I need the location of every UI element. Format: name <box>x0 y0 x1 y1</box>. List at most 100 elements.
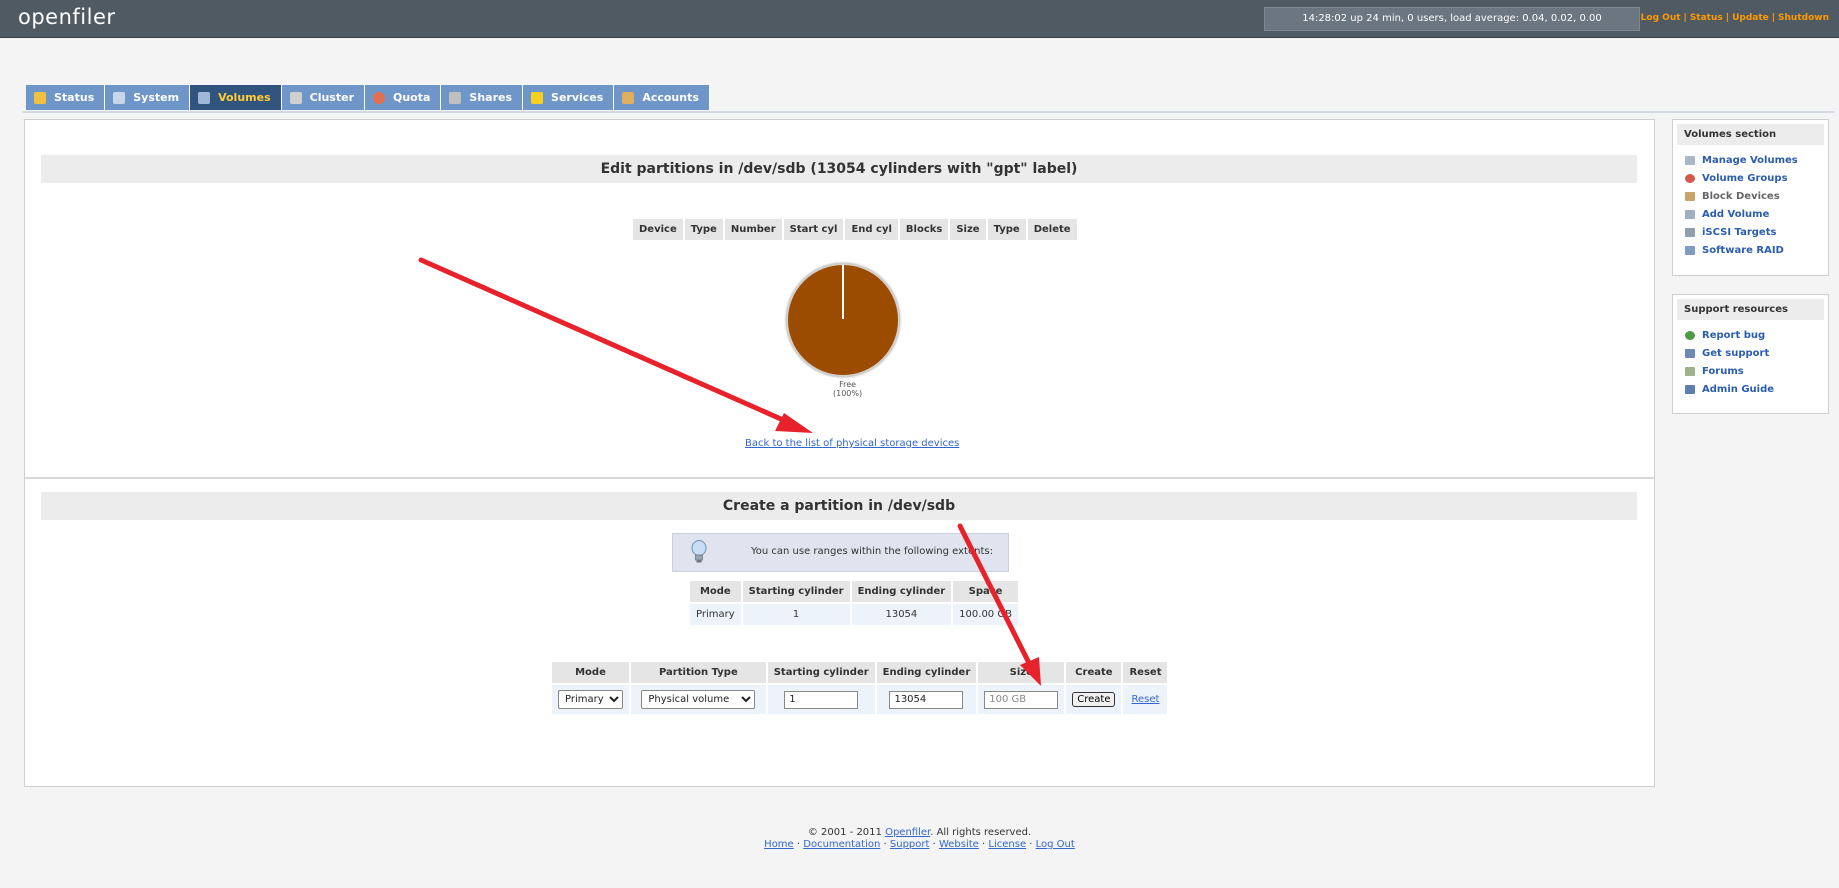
block-devices-icon <box>1685 191 1695 201</box>
status-icon <box>34 91 46 104</box>
sidebar-item-label: Report bug <box>1702 329 1766 341</box>
volumes-section-panel: Volumes section Manage Volumes Volume Gr… <box>1672 119 1829 276</box>
tab-status[interactable]: Status <box>26 85 106 110</box>
pie-label-free: Free <box>839 380 857 389</box>
column-header: Reset <box>1123 662 1168 683</box>
create-button[interactable]: Create <box>1072 692 1116 707</box>
top-links: Log Out | Status | Update | Shutdown <box>1640 13 1829 23</box>
end-cylinder-input[interactable] <box>889 690 964 709</box>
get-support-icon <box>1685 348 1695 358</box>
partition-type-cell: Physical volume <box>631 685 766 714</box>
column-header: Mode <box>690 581 741 602</box>
table-cell: 100.00 GB <box>953 604 1018 625</box>
sidebar-item-software-raid[interactable]: Software RAID <box>1673 241 1828 259</box>
size-input[interactable] <box>984 690 1059 709</box>
footer-license-link[interactable]: License <box>988 839 1026 850</box>
sidebar-item-volume-groups[interactable]: Volume Groups <box>1673 169 1828 187</box>
shutdown-link[interactable]: Shutdown <box>1778 13 1829 23</box>
sidebar-item-add-volume[interactable]: Add Volume <box>1673 205 1828 223</box>
cluster-icon <box>289 91 302 104</box>
column-header: Ending cylinder <box>876 662 977 683</box>
column-header: Type <box>987 219 1026 240</box>
copyright-suffix: . All rights reserved. <box>930 827 1032 838</box>
sidebar-item-forums[interactable]: Forums <box>1673 362 1828 380</box>
column-header: Partition Type <box>631 662 766 683</box>
table-row: Primary 1 13054 100.00 GB <box>690 604 1018 625</box>
tab-underline <box>22 111 1835 113</box>
software-raid-icon <box>1685 245 1695 255</box>
column-header: Starting cylinder <box>767 662 875 683</box>
volumes-section-title: Volumes section <box>1677 124 1824 145</box>
sidebar-item-get-support[interactable]: Get support <box>1673 344 1828 362</box>
footer-logout-link[interactable]: Log Out <box>1036 839 1075 850</box>
update-link[interactable]: Update <box>1732 13 1769 23</box>
mode-select[interactable]: Primary <box>558 690 623 709</box>
partition-type-select[interactable]: Physical volume <box>641 690 756 709</box>
create-partition-title: Create a partition in /dev/sdb <box>41 492 1637 520</box>
reset-link[interactable]: Reset <box>1132 694 1160 705</box>
openfiler-link[interactable]: Openfiler <box>885 827 930 838</box>
sidebar-item-label: Volume Groups <box>1702 172 1788 184</box>
end-cylinder-cell <box>876 685 977 714</box>
sidebar-item-label: Manage Volumes <box>1702 154 1798 166</box>
table-header-row: Mode Starting cylinder Ending cylinder S… <box>690 581 1018 602</box>
table-header-row: Device Type Number Start cyl End cyl Blo… <box>633 219 1077 240</box>
tab-accounts[interactable]: Accounts <box>614 85 710 110</box>
volumes-icon <box>198 91 211 104</box>
tab-volumes[interactable]: Volumes <box>190 85 282 110</box>
column-header: Number <box>724 219 782 240</box>
sidebar-item-admin-guide[interactable]: Admin Guide <box>1673 380 1828 398</box>
footer-links: Home · Documentation · Support · Website… <box>764 839 1075 850</box>
extents-hint-box: You can use ranges within the following … <box>672 533 1009 572</box>
sidebar-item-block-devices[interactable]: Block Devices <box>1673 187 1828 205</box>
sidebar-item-manage-volumes[interactable]: Manage Volumes <box>1673 151 1828 169</box>
sidebar-item-label: Get support <box>1702 347 1770 359</box>
create-cell: Create <box>1066 685 1122 714</box>
table-cell: 1 <box>742 604 850 625</box>
volume-groups-icon <box>1685 173 1695 183</box>
lightbulb-icon <box>691 540 707 563</box>
main-nav-tabs: Status System Volumes Cluster Quota Shar… <box>26 85 710 110</box>
extents-hint-text: You can use ranges within the following … <box>751 546 993 557</box>
page-footer: © 2001 - 2011 Openfiler. All rights rese… <box>0 827 1839 851</box>
footer-home-link[interactable]: Home <box>764 839 794 850</box>
tab-quota[interactable]: Quota <box>365 85 442 110</box>
top-bar: openfiler 14:28:02 up 24 min, 0 users, l… <box>0 0 1839 38</box>
pie-legend: Free (100%) <box>833 380 862 398</box>
footer-website-link[interactable]: Website <box>939 839 979 850</box>
partitions-table: Device Type Number Start cyl End cyl Blo… <box>631 217 1079 242</box>
tab-label: Services <box>551 91 604 104</box>
footer-support-link[interactable]: Support <box>890 839 930 850</box>
table-cell: Primary <box>690 604 741 625</box>
tab-label: Quota <box>393 91 431 104</box>
section-divider <box>25 477 1654 479</box>
sidebar-item-label: Add Volume <box>1702 208 1770 220</box>
tab-cluster[interactable]: Cluster <box>281 85 365 110</box>
iscsi-targets-icon <box>1685 227 1695 237</box>
footer-documentation-link[interactable]: Documentation <box>803 839 880 850</box>
add-volume-icon <box>1685 209 1695 219</box>
column-header: Size <box>978 662 1065 683</box>
size-cell <box>978 685 1065 714</box>
edit-partitions-title: Edit partitions in /dev/sdb (13054 cylin… <box>41 155 1637 183</box>
column-header: Blocks <box>899 219 949 240</box>
column-header: Size <box>950 219 986 240</box>
column-header: Mode <box>552 662 629 683</box>
logout-link[interactable]: Log Out <box>1641 13 1681 23</box>
tab-label: Status <box>54 91 95 104</box>
shares-icon <box>449 91 462 104</box>
status-link[interactable]: Status <box>1690 13 1723 23</box>
reset-cell: Reset <box>1123 685 1168 714</box>
services-icon <box>531 91 544 104</box>
sidebar-item-report-bug[interactable]: Report bug <box>1673 326 1828 344</box>
sidebar-item-label: iSCSI Targets <box>1702 226 1777 238</box>
tab-shares[interactable]: Shares <box>441 85 524 110</box>
sidebar-item-label: Software RAID <box>1702 244 1784 256</box>
tab-services[interactable]: Services <box>523 85 615 110</box>
back-to-devices-link[interactable]: Back to the list of physical storage dev… <box>745 438 959 449</box>
column-header: Type <box>684 219 723 240</box>
sidebar-item-iscsi-targets[interactable]: iSCSI Targets <box>1673 223 1828 241</box>
tab-system[interactable]: System <box>105 85 191 110</box>
pie-slice-divider <box>842 265 844 319</box>
start-cylinder-input[interactable] <box>784 690 859 709</box>
